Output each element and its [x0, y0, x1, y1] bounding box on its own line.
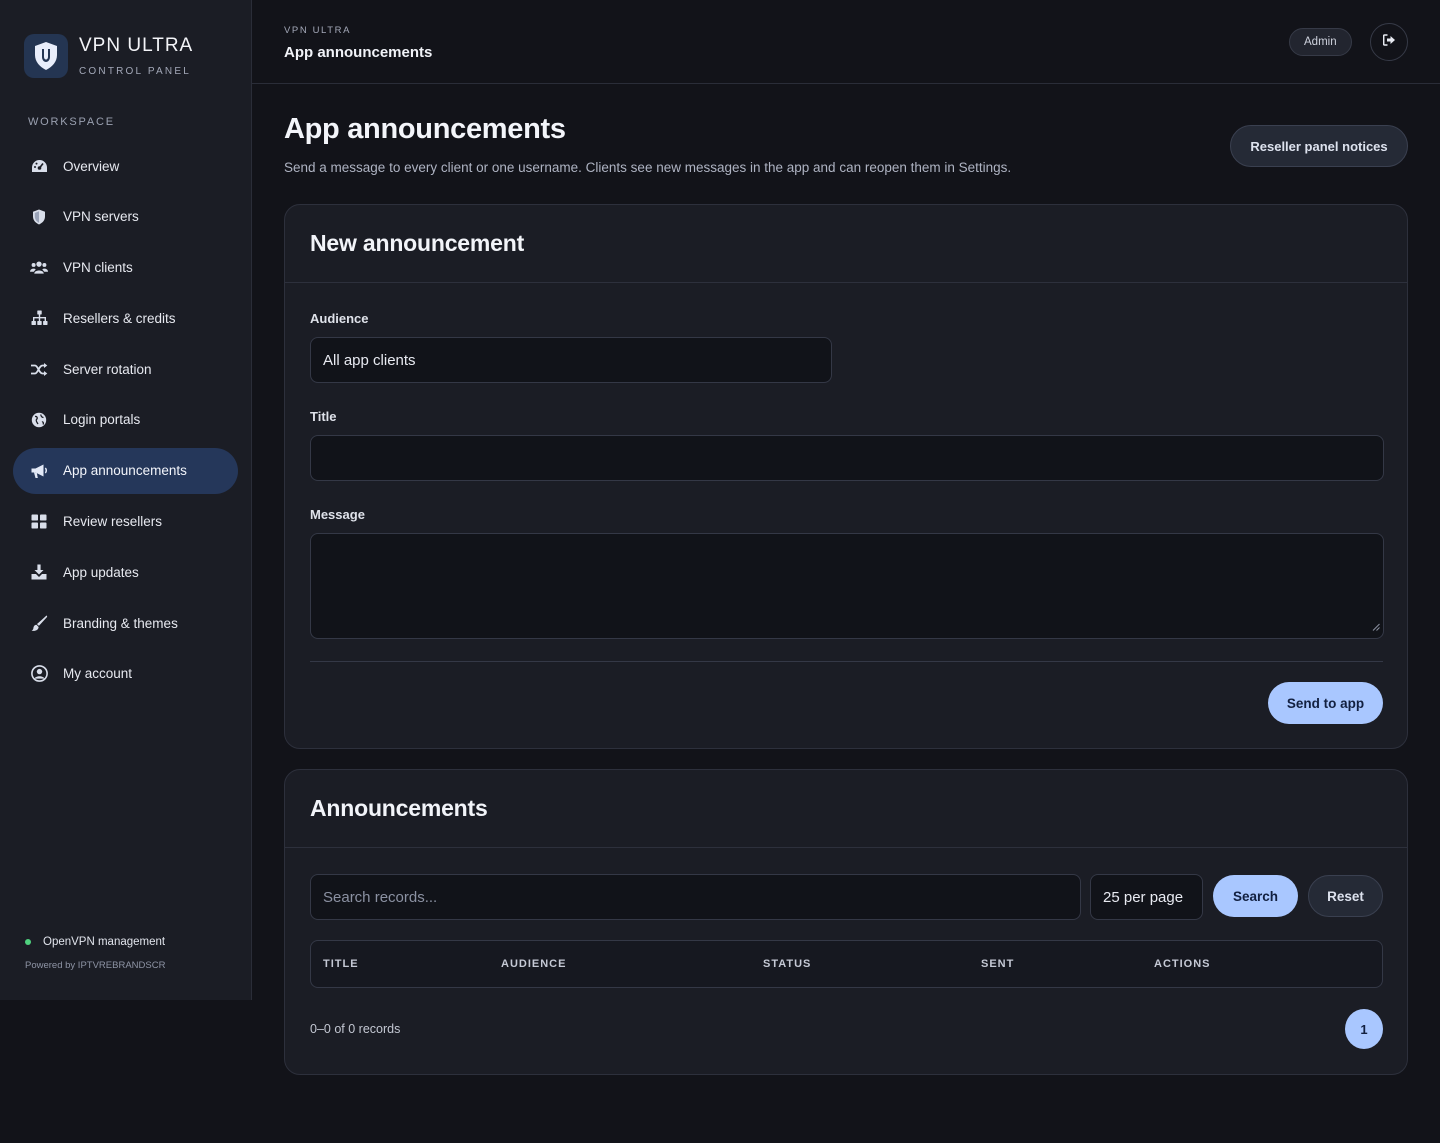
audience-label: Audience	[310, 311, 369, 326]
search-placeholder: Search records...	[323, 888, 438, 906]
send-to-app-button[interactable]: Send to app	[1268, 682, 1383, 724]
grid-icon	[30, 513, 48, 531]
sidebar-nav: Overview VPN servers VPN clients Reselle…	[13, 143, 238, 702]
page-description: Send a message to every client or one us…	[284, 160, 1012, 175]
search-button[interactable]: Search	[1213, 875, 1298, 917]
message-label: Message	[310, 507, 365, 522]
sidebar: VPN ULTRA CONTROL PANEL WORKSPACE Overvi…	[0, 0, 252, 1000]
globe-icon	[30, 411, 48, 429]
brand-logo-shield-icon	[24, 34, 68, 78]
sidebar-item-label: Resellers & credits	[63, 310, 176, 326]
users-icon	[30, 259, 48, 277]
reset-button[interactable]: Reset	[1308, 875, 1383, 917]
sidebar-item-label: App announcements	[63, 463, 187, 479]
audience-select-value: All app clients	[323, 351, 416, 369]
column-header-audience[interactable]: AUDIENCE	[501, 958, 566, 970]
sidebar-item-label: VPN clients	[63, 260, 133, 276]
card-title: Announcements	[310, 795, 488, 821]
sidebar-section-label: WORKSPACE	[28, 116, 115, 128]
status-text: OpenVPN management	[43, 936, 166, 948]
sidebar-item-vpn-servers[interactable]: VPN servers	[13, 194, 238, 240]
search-input[interactable]: Search records...	[310, 874, 1081, 920]
breadcrumb-app: VPN ULTRA	[284, 25, 352, 36]
audience-select[interactable]: All app clients	[310, 337, 832, 383]
page-title: App announcements	[284, 113, 566, 145]
breadcrumb-title: App announcements	[284, 44, 433, 61]
column-header-sent[interactable]: SENT	[981, 958, 1014, 970]
new-announcement-card: New announcement Audience All app client…	[284, 204, 1408, 749]
sidebar-item-label: VPN servers	[63, 209, 139, 225]
card-header: New announcement	[285, 205, 1407, 283]
logout-button[interactable]	[1370, 23, 1408, 61]
title-input[interactable]	[310, 435, 1384, 481]
megaphone-icon	[30, 462, 48, 480]
sidebar-item-label: Branding & themes	[63, 615, 178, 631]
sign-out-icon	[1382, 33, 1396, 51]
announcements-table: TITLE AUDIENCE STATUS SENT ACTIONS	[310, 940, 1383, 988]
sidebar-item-vpn-clients[interactable]: VPN clients	[13, 245, 238, 291]
sidebar-item-label: Login portals	[63, 412, 141, 428]
powered-by: Powered by IPTVREBRANDSCR	[25, 960, 166, 971]
resize-grip-icon[interactable]	[1372, 618, 1380, 635]
column-header-title[interactable]: TITLE	[323, 958, 359, 970]
column-header-actions: ACTIONS	[1154, 958, 1211, 970]
brand-name: VPN ULTRA	[79, 35, 194, 56]
status-dot	[25, 939, 31, 945]
app-root: VPN ULTRA CONTROL PANEL WORKSPACE Overvi…	[0, 0, 1440, 1143]
sidebar-item-label: Review resellers	[63, 514, 163, 530]
card-header: Announcements	[285, 770, 1407, 848]
user-circle-icon	[30, 665, 48, 683]
card-title: New announcement	[310, 230, 525, 256]
sidebar-item-label: Server rotation	[63, 361, 152, 377]
dashboard-gauge-icon	[30, 157, 48, 175]
sidebar-footer: OpenVPN management Powered by IPTVREBRAN…	[25, 936, 165, 971]
sidebar-item-app-announcements[interactable]: App announcements	[13, 447, 238, 494]
sidebar-item-app-updates[interactable]: App updates	[13, 549, 238, 595]
per-page-select[interactable]: 25 per page	[1090, 874, 1203, 920]
topbar: VPN ULTRA App announcements Admin	[252, 0, 1440, 84]
announcements-card: Announcements Search records... 25 per p…	[284, 769, 1408, 1075]
sidebar-item-branding-themes[interactable]: Branding & themes	[13, 600, 238, 646]
sidebar-item-label: My account	[63, 666, 133, 682]
sidebar-item-server-rotation[interactable]: Server rotation	[13, 346, 238, 392]
message-textarea[interactable]	[310, 533, 1384, 639]
sidebar-item-review-resellers[interactable]: Review resellers	[13, 499, 238, 545]
per-page-value: 25 per page	[1103, 888, 1184, 906]
download-icon	[30, 563, 48, 581]
title-label: Title	[310, 409, 337, 424]
column-header-status[interactable]: STATUS	[763, 958, 811, 970]
shuffle-icon	[30, 360, 48, 378]
role-badge: Admin	[1289, 28, 1352, 56]
sidebar-item-my-account[interactable]: My account	[13, 651, 238, 697]
sidebar-item-resellers-credits[interactable]: Resellers & credits	[13, 295, 238, 341]
form-divider	[310, 661, 1383, 662]
sitemap-icon	[30, 309, 48, 327]
brand[interactable]: VPN ULTRA CONTROL PANEL	[24, 34, 193, 78]
records-count: 0–0 of 0 records	[310, 1022, 401, 1036]
sidebar-item-label: Overview	[63, 158, 120, 174]
shield-icon	[30, 208, 48, 226]
sidebar-item-overview[interactable]: Overview	[13, 143, 238, 189]
sidebar-item-login-portals[interactable]: Login portals	[13, 397, 238, 443]
reseller-panel-notices-button[interactable]: Reseller panel notices	[1230, 125, 1408, 167]
pagination-page-button[interactable]: 1	[1345, 1009, 1383, 1049]
brand-subtitle: CONTROL PANEL	[79, 66, 191, 77]
sidebar-item-label: App updates	[63, 564, 139, 580]
connection-status: OpenVPN management	[25, 936, 165, 948]
paint-brush-icon	[30, 614, 48, 632]
